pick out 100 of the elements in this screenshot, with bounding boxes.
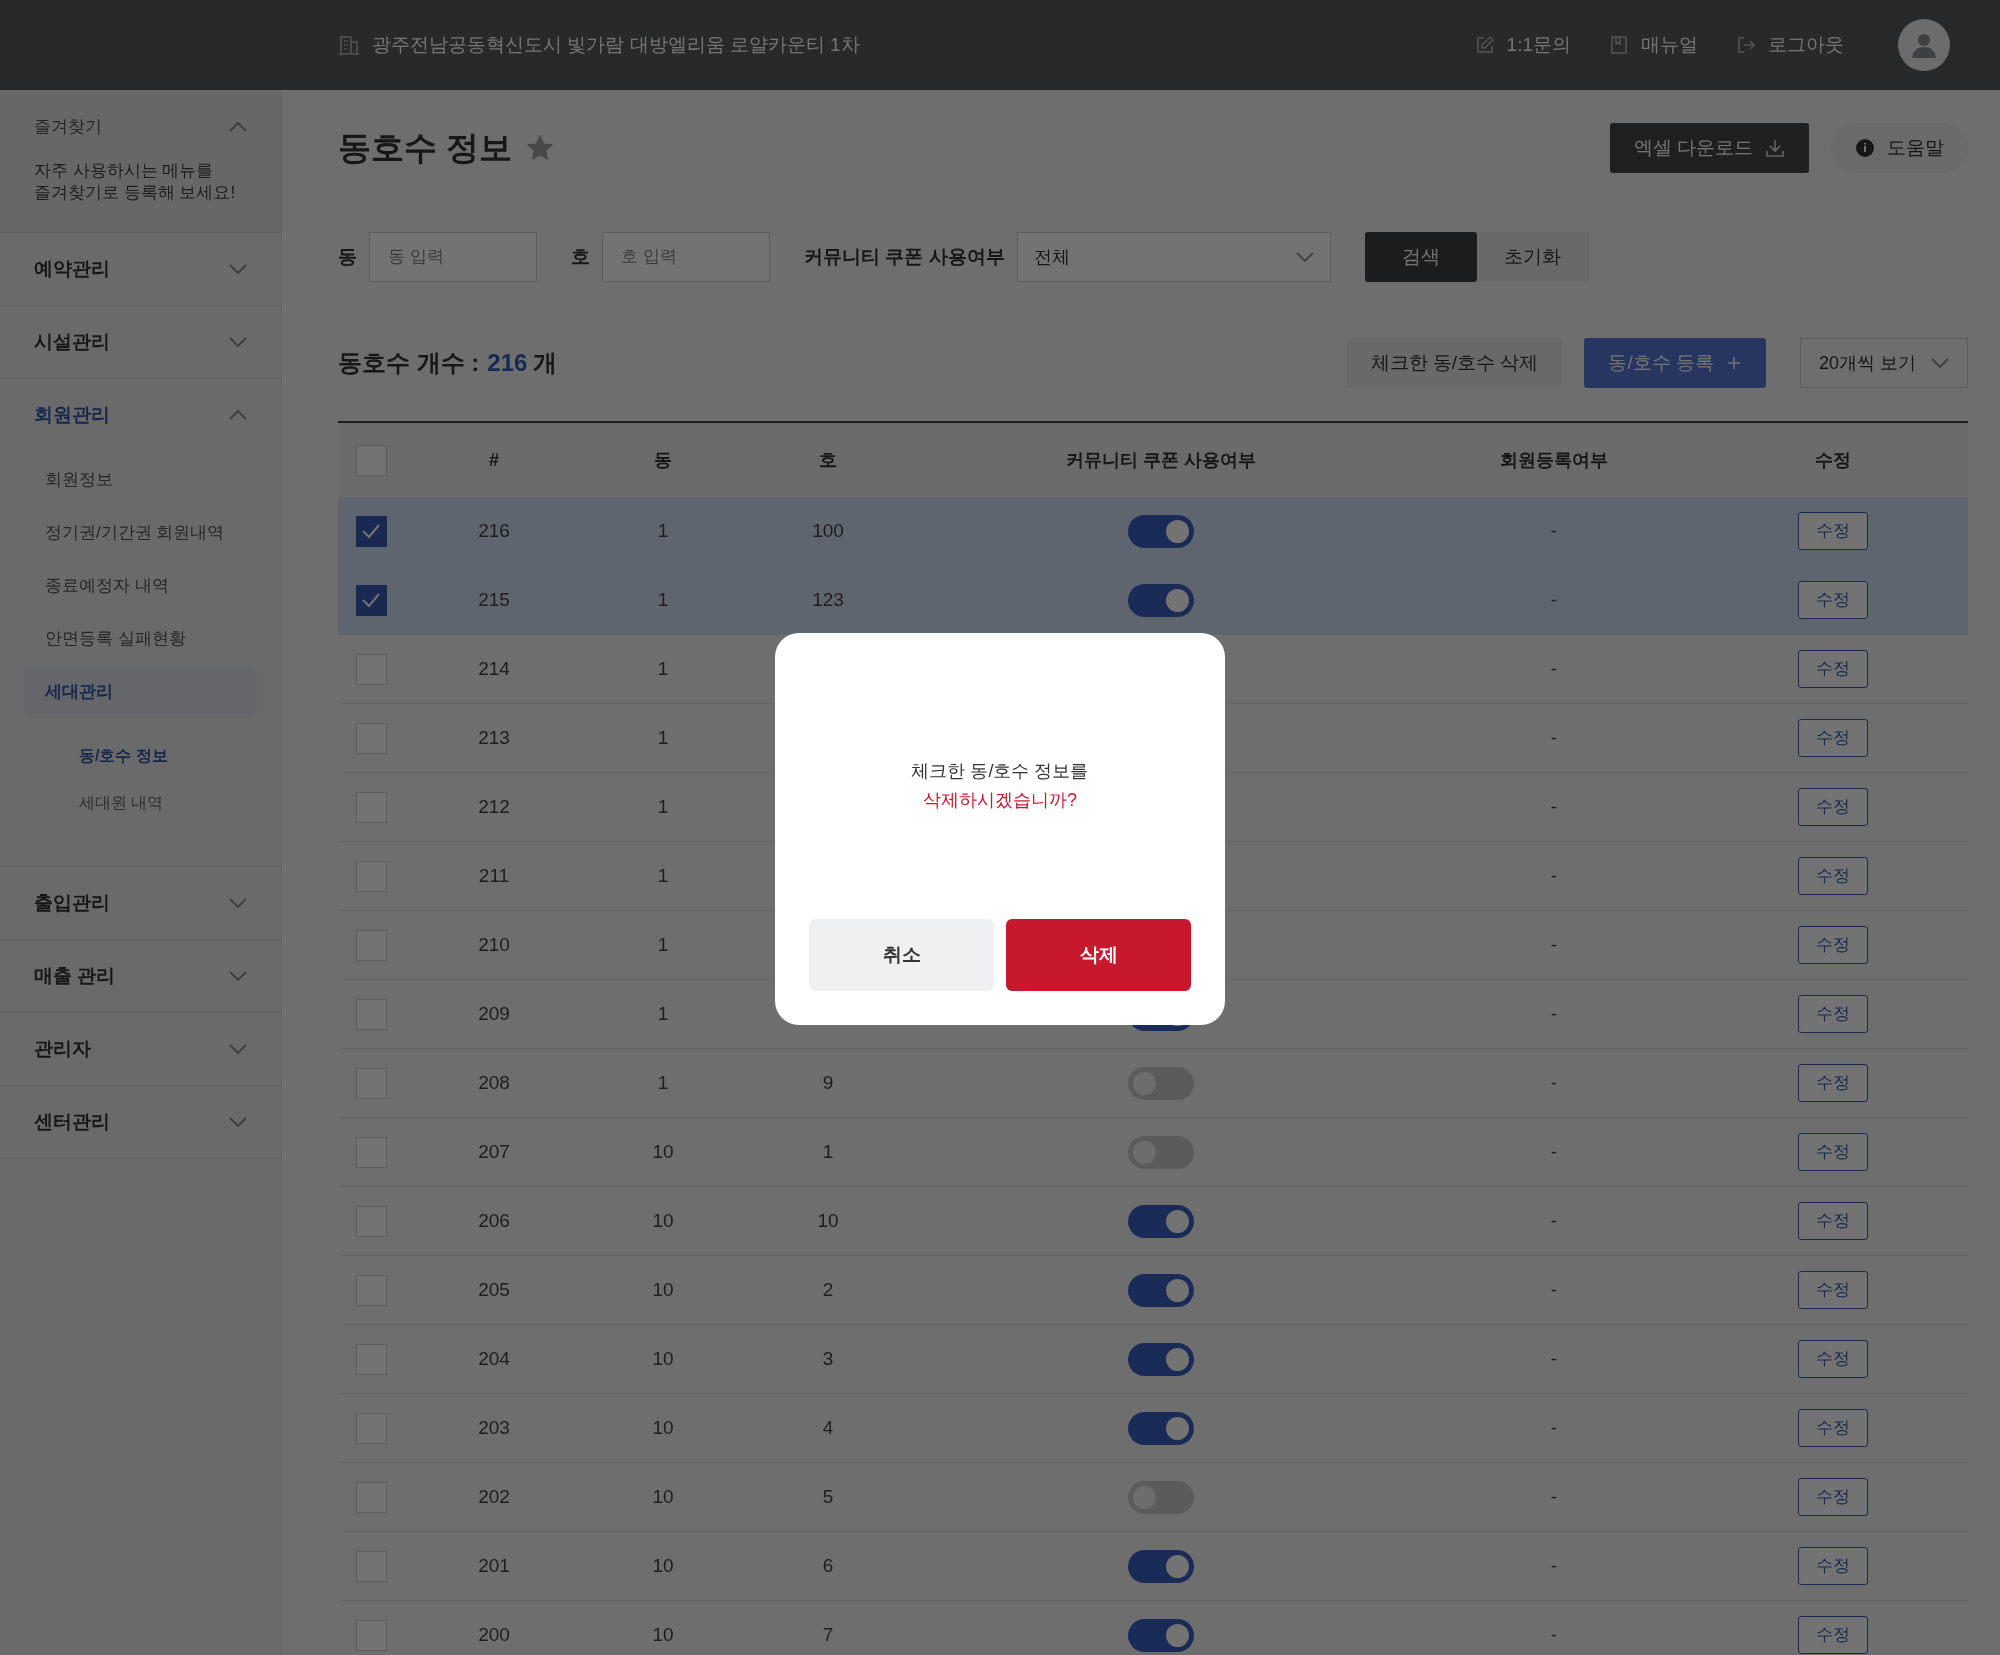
toggle-switch[interactable] [1128, 1618, 1194, 1652]
toggle-switch[interactable] [1128, 1549, 1194, 1583]
toggle-switch[interactable] [1128, 583, 1194, 617]
edit-button[interactable]: 수정 [1798, 650, 1868, 688]
favorites-header[interactable]: 즐겨찾기 [34, 114, 247, 140]
coupon-select[interactable]: 전체 [1016, 232, 1331, 282]
submenu-item[interactable]: 안면등록 실패현황 [24, 612, 257, 665]
table-cell: 211 [478, 864, 510, 886]
submenu-item[interactable]: 세대원 내역 [79, 779, 281, 826]
menu-item[interactable]: 센터관리 [0, 1086, 281, 1158]
column-header: 수정 [1815, 449, 1851, 470]
add-unit-button[interactable]: 동/호수 등록 [1584, 338, 1766, 388]
edit-button[interactable]: 수정 [1798, 926, 1868, 964]
table-cell: - [1550, 1485, 1558, 1507]
edit-button[interactable]: 수정 [1798, 995, 1868, 1033]
column-header: # [489, 449, 499, 470]
menu-item[interactable]: 출입관리 [0, 867, 281, 939]
dialog-question: 삭제하시겠습니까? [923, 789, 1077, 812]
submenu-item[interactable]: 종료예정자 내역 [24, 559, 257, 612]
table-cell: - [1550, 726, 1558, 748]
edit-button[interactable]: 수정 [1798, 1409, 1868, 1447]
count-value: 216 [487, 348, 528, 378]
submenu-item[interactable]: 정기권/기간권 회원내역 [24, 506, 257, 559]
table-cell: 10 [652, 1140, 674, 1162]
table-cell: 6 [822, 1554, 834, 1576]
delete-button[interactable]: 삭제 [1006, 919, 1191, 991]
column-header: 호 [819, 449, 837, 470]
dong-input[interactable]: 동 입력 [369, 232, 537, 282]
edit-button[interactable]: 수정 [1798, 857, 1868, 895]
edit-button[interactable]: 수정 [1798, 1547, 1868, 1585]
header-link[interactable]: 매뉴얼 [1609, 30, 1698, 60]
table-cell: 10 [652, 1485, 674, 1507]
table-cell: - [1550, 864, 1558, 886]
checkbox[interactable] [355, 515, 387, 547]
table-cell: 4 [822, 1416, 834, 1438]
toggle-switch[interactable] [1128, 1411, 1194, 1445]
table-cell: - [1550, 1209, 1558, 1231]
count-label: 동호수 개수 : [338, 348, 480, 378]
delete-checked-button[interactable]: 체크한 동/호수 삭제 [1346, 338, 1563, 388]
table-cell: 202 [478, 1485, 510, 1507]
edit-button[interactable]: 수정 [1798, 581, 1868, 619]
table-cell: 1 [657, 1071, 669, 1093]
help-button[interactable]: 도움말 [1831, 123, 1968, 173]
edit-button[interactable]: 수정 [1798, 1340, 1868, 1378]
chevron-down-icon [1931, 358, 1949, 368]
header-link[interactable]: 로그아웃 [1736, 30, 1844, 60]
search-button[interactable]: 검색 [1364, 232, 1477, 282]
table-cell: 1 [822, 1140, 834, 1162]
edit-button[interactable]: 수정 [1798, 512, 1868, 550]
menu-item[interactable]: 관리자 [0, 1013, 281, 1085]
edit-button[interactable]: 수정 [1798, 1202, 1868, 1240]
info-icon [1855, 138, 1875, 158]
reset-button[interactable]: 초기화 [1476, 232, 1589, 282]
edit-button[interactable]: 수정 [1798, 1064, 1868, 1102]
table-cell: 10 [652, 1554, 674, 1576]
menu-item[interactable]: 매출 관리 [0, 940, 281, 1012]
submenu-item[interactable]: 세대관리 [24, 665, 257, 718]
excel-download-button[interactable]: 엑셀 다운로드 [1609, 123, 1809, 173]
cancel-button[interactable]: 취소 [809, 919, 994, 991]
toggle-switch[interactable] [1128, 1204, 1194, 1238]
menu-item[interactable]: 예약관리 [0, 233, 281, 305]
table-cell: 200 [478, 1623, 510, 1645]
table-cell: 203 [478, 1416, 510, 1438]
edit-button[interactable]: 수정 [1798, 719, 1868, 757]
table-cell: - [1550, 1140, 1558, 1162]
table-cell: 10 [652, 1623, 674, 1645]
checkbox[interactable] [355, 584, 387, 616]
table-cell: 1 [657, 1002, 669, 1024]
edit-button[interactable]: 수정 [1798, 788, 1868, 826]
table-cell: 1 [657, 795, 669, 817]
table-cell: 1 [657, 588, 669, 610]
chevron-down-icon [229, 971, 247, 981]
toggle-switch[interactable] [1128, 514, 1194, 548]
logout-icon [1736, 35, 1756, 55]
submenu-item[interactable]: 동/호수 정보 [79, 732, 281, 779]
page-size-select[interactable]: 20개씩 보기 [1800, 338, 1968, 388]
edit-button[interactable]: 수정 [1798, 1271, 1868, 1309]
filter-label: 동 [338, 244, 357, 269]
table-cell: 213 [478, 726, 510, 748]
menu-item[interactable]: 시설관리 [0, 306, 281, 378]
edit-button[interactable]: 수정 [1798, 1478, 1868, 1516]
dialog-message: 체크한 동/호수 정보를 [911, 760, 1089, 783]
header-link[interactable]: 1:1문의 [1474, 30, 1571, 60]
edit-button[interactable]: 수정 [1798, 1133, 1868, 1171]
avatar[interactable] [1898, 19, 1950, 71]
table-cell: 212 [478, 795, 510, 817]
chevron-down-icon [229, 337, 247, 347]
toggle-switch[interactable] [1128, 1342, 1194, 1376]
submenu-item[interactable]: 회원정보 [24, 453, 257, 506]
table-cell: 123 [812, 588, 844, 610]
edit-button[interactable]: 수정 [1798, 1616, 1868, 1654]
table-cell: 210 [478, 933, 510, 955]
table-cell: 7 [822, 1623, 834, 1645]
table-cell: 207 [478, 1140, 510, 1162]
site-name: 광주전남공동혁신도시 빛가람 대방엘리움 로얄카운티 1차 [372, 32, 860, 57]
favorites-hint: 자주 사용하시는 메뉴를 즐겨찾기로 등록해 보세요! [34, 159, 237, 204]
table-cell: 10 [652, 1347, 674, 1369]
ho-input[interactable]: 호 입력 [602, 232, 770, 282]
toggle-switch[interactable] [1128, 1273, 1194, 1307]
menu-item[interactable]: 회원관리 [0, 379, 281, 451]
